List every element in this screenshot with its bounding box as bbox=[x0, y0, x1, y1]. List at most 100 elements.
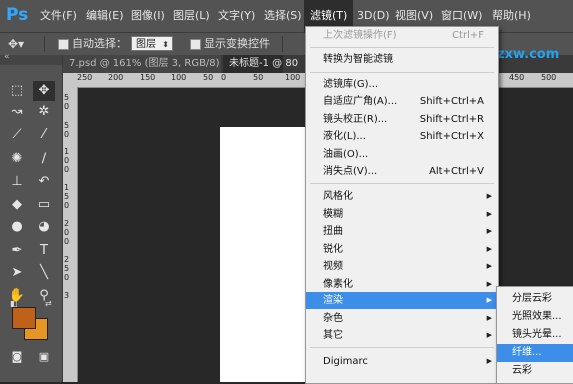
move-tool-icon[interactable]: ✥ bbox=[33, 81, 55, 101]
auto-select-value: 图层 bbox=[136, 39, 156, 50]
ruler-mark: 5 bbox=[64, 192, 70, 201]
show-transform-checkbox[interactable] bbox=[190, 39, 201, 50]
menu-item-noise[interactable]: 杂色 ▶ bbox=[306, 310, 498, 327]
filter-menu-dropdown: 上次滤镜操作(F) Ctrl+F 转换为智能滤镜 滤镜库(G)... 自适应广角(… bbox=[305, 26, 499, 384]
menu-item-stylize[interactable]: 风格化 ▶ bbox=[306, 188, 498, 205]
move-tool-preset-icon[interactable]: ✥▾ bbox=[8, 33, 24, 55]
ruler-mark: 0 bbox=[64, 237, 70, 246]
submenu-arrow-icon: ▶ bbox=[486, 314, 492, 322]
submenu-arrow-icon: ▶ bbox=[486, 192, 492, 200]
menu-type[interactable]: 文字(Y) bbox=[218, 0, 255, 32]
ruler-mark: 100 bbox=[171, 73, 187, 82]
ruler-mark: 1 bbox=[64, 183, 70, 192]
menu-item-liquify[interactable]: 液化(L)... Shift+Ctrl+X bbox=[306, 128, 498, 145]
path-selection-tool-icon[interactable]: ➤ bbox=[6, 263, 28, 283]
dropdown-arrow-icon: ⬍ bbox=[162, 40, 169, 49]
line-tool-icon[interactable]: ╲ bbox=[33, 263, 55, 283]
submenu-item-difference-clouds[interactable]: 分层云彩 bbox=[497, 290, 573, 308]
menu-item-render[interactable]: 渲染 ▶ bbox=[306, 292, 498, 309]
gradient-tool-icon[interactable]: ▭ bbox=[33, 195, 55, 215]
swap-colors-icon[interactable]: ⇄ bbox=[45, 299, 52, 308]
ruler-mark: 250 bbox=[77, 73, 93, 82]
ruler-mark: 100 bbox=[285, 73, 301, 82]
pen-tool-icon[interactable]: ✒ bbox=[6, 241, 28, 261]
eyedropper-tool-icon[interactable]: ⁄ bbox=[33, 125, 55, 145]
menu-separator bbox=[310, 347, 494, 348]
photoshop-logo: Ps bbox=[6, 5, 29, 25]
ruler-mark: 0 bbox=[64, 102, 70, 111]
menu-item-other[interactable]: 其它 ▶ bbox=[306, 327, 498, 344]
eraser-tool-icon[interactable]: ◆ bbox=[6, 195, 28, 215]
ruler-mark: 150 bbox=[140, 73, 156, 82]
submenu-arrow-icon: ▶ bbox=[486, 280, 492, 288]
menu-item-vanishing-point[interactable]: 消失点(V)... Alt+Ctrl+V bbox=[306, 163, 498, 180]
clone-stamp-tool-icon[interactable]: ⊥ bbox=[6, 172, 28, 192]
submenu-arrow-icon: ▶ bbox=[486, 357, 492, 365]
screen-mode-icon[interactable]: ▣ bbox=[33, 347, 55, 367]
ruler-mark: 50 bbox=[203, 73, 214, 82]
history-brush-tool-icon[interactable]: ↶ bbox=[33, 172, 55, 192]
tab-7-psd[interactable]: 7.psd @ 161% (图层 3, RGB/8) * bbox=[63, 55, 228, 73]
lasso-tool-icon[interactable]: ↝ bbox=[6, 102, 28, 122]
crop-tool-icon[interactable]: ⟋ bbox=[6, 125, 28, 145]
ruler-mark: 2 bbox=[64, 255, 70, 264]
ruler-mark: 5 bbox=[64, 93, 70, 102]
ruler-mark: 5 bbox=[64, 264, 70, 273]
ruler-mark: 3 bbox=[64, 291, 70, 300]
auto-select-checkbox[interactable] bbox=[58, 39, 69, 50]
menu-item-convert-smart-filter[interactable]: 转换为智能滤镜 bbox=[306, 51, 498, 68]
submenu-arrow-icon: ▶ bbox=[486, 227, 492, 235]
menu-item-sharpen[interactable]: 锐化 ▶ bbox=[306, 241, 498, 258]
menu-item-adaptive-wide-angle[interactable]: 自适应广角(A)... Shift+Ctrl+A bbox=[306, 93, 498, 110]
menu-edit[interactable]: 编辑(E) bbox=[86, 0, 124, 32]
auto-select-dropdown[interactable]: 图层 ⬍ bbox=[131, 36, 173, 51]
submenu-arrow-icon: ▶ bbox=[486, 296, 492, 304]
menu-separator bbox=[310, 72, 494, 73]
divider bbox=[44, 36, 45, 52]
dodge-tool-icon[interactable]: ◕ bbox=[33, 217, 55, 237]
menu-layer[interactable]: 图层(L) bbox=[173, 0, 210, 32]
tab-untitled-1[interactable]: 未标题-1 @ 80 bbox=[223, 55, 298, 73]
foreground-color-swatch[interactable] bbox=[12, 307, 36, 329]
blur-tool-icon[interactable]: ● bbox=[6, 217, 28, 237]
ruler-mark: 0 bbox=[64, 165, 70, 174]
menu-separator bbox=[310, 47, 494, 48]
menu-item-filter-gallery[interactable]: 滤镜库(G)... bbox=[306, 76, 498, 93]
ruler-mark: 0 bbox=[64, 273, 70, 282]
collapse-icon[interactable]: « bbox=[4, 52, 10, 62]
submenu-item-lighting-effects[interactable]: 光照效果... bbox=[497, 308, 573, 326]
submenu-item-lens-flare[interactable]: 镜头光晕... bbox=[497, 326, 573, 344]
quick-mask-icon[interactable]: ◙ bbox=[6, 347, 28, 367]
document-canvas[interactable] bbox=[220, 127, 310, 382]
submenu-item-fibers[interactable]: 纤维... bbox=[497, 344, 573, 362]
ruler-mark: 450 bbox=[509, 73, 525, 82]
healing-brush-tool-icon[interactable]: ✺ bbox=[6, 149, 28, 169]
submenu-item-clouds[interactable]: 云彩 bbox=[497, 362, 573, 380]
menu-file[interactable]: 文件(F) bbox=[40, 0, 77, 32]
vertical-ruler: 5 0 5 0 1 0 0 1 5 0 2 0 0 2 5 0 3 bbox=[63, 87, 78, 382]
magic-wand-tool-icon[interactable]: ✲ bbox=[33, 102, 55, 122]
menu-item-lens-correction[interactable]: 镜头校正(R)... Shift+Ctrl+R bbox=[306, 111, 498, 128]
ruler-mark: 0 bbox=[64, 156, 70, 165]
brush-tool-icon[interactable]: ∕ bbox=[33, 149, 55, 169]
menu-item-oil-paint[interactable]: 油画(O)... bbox=[306, 146, 498, 163]
menu-image[interactable]: 图像(I) bbox=[131, 0, 165, 32]
ruler-mark: 5 bbox=[64, 121, 70, 130]
menu-item-distort[interactable]: 扭曲 ▶ bbox=[306, 223, 498, 240]
type-tool-icon[interactable]: T bbox=[33, 241, 55, 261]
menu-item-digimarc[interactable]: Digimarc ▶ bbox=[306, 353, 498, 370]
menu-item-pixelate[interactable]: 像素化 ▶ bbox=[306, 276, 498, 293]
ruler-mark: 50 bbox=[253, 73, 264, 82]
menu-item-blur[interactable]: 模糊 ▶ bbox=[306, 206, 498, 223]
render-submenu: 分层云彩 光照效果... 镜头光晕... 纤维... 云彩 bbox=[496, 286, 573, 384]
ruler-mark: 0 bbox=[64, 201, 70, 210]
marquee-tool-icon[interactable]: ⬚ bbox=[6, 81, 28, 101]
menu-select[interactable]: 选择(S) bbox=[264, 0, 302, 32]
submenu-arrow-icon: ▶ bbox=[486, 245, 492, 253]
ruler-mark: 2 bbox=[64, 219, 70, 228]
ruler-mark: 0 bbox=[64, 130, 70, 139]
toolbox-header[interactable]: « bbox=[0, 52, 62, 65]
submenu-arrow-icon: ▶ bbox=[486, 262, 492, 270]
menu-item-video[interactable]: 视频 ▶ bbox=[306, 258, 498, 275]
divider bbox=[282, 36, 283, 52]
